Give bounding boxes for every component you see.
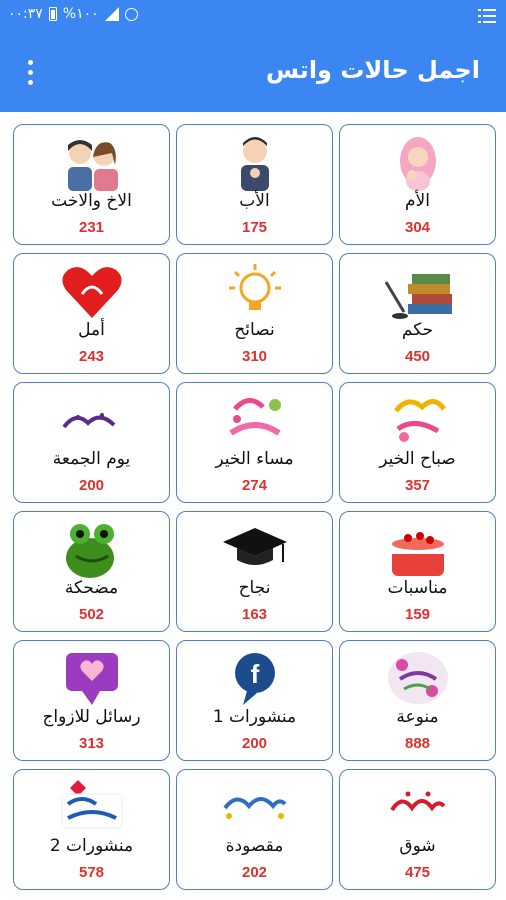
category-card[interactable]: منوعة 888 <box>339 640 496 761</box>
category-card[interactable]: نجاح 163 <box>176 511 333 632</box>
category-label: منوعة <box>396 707 439 727</box>
facebook-icon: f <box>215 647 295 709</box>
status-left: ٠٠:٣٧ %١٠٠ <box>8 6 138 22</box>
frog-icon <box>52 518 132 580</box>
category-card[interactable]: الاخ والاخت 231 <box>13 124 170 245</box>
lightbulb-icon <box>215 260 295 322</box>
father-icon <box>215 131 295 193</box>
category-count: 159 <box>404 606 431 623</box>
overflow-menu-icon[interactable] <box>20 60 40 88</box>
category-label: حكم <box>401 320 434 340</box>
category-count: 357 <box>404 477 431 494</box>
friday-icon <box>52 389 132 451</box>
category-card[interactable]: مناسبات 159 <box>339 511 496 632</box>
category-count: 274 <box>241 477 268 494</box>
category-label: أمل <box>78 320 105 340</box>
status-time: ٠٠:٣٧ <box>8 6 43 22</box>
category-label: الاخ والاخت <box>51 191 132 211</box>
category-count: 450 <box>404 348 431 365</box>
svg-text:f: f <box>250 659 259 689</box>
posts-icon <box>52 776 132 838</box>
signal-icon <box>104 7 119 21</box>
category-label: نجاح <box>238 578 271 598</box>
category-label: مقصودة <box>225 836 284 856</box>
category-label: يوم الجمعة <box>52 449 131 469</box>
category-card[interactable]: الأم 304 <box>339 124 496 245</box>
various-icon <box>378 647 458 709</box>
category-label: الأب <box>239 191 270 211</box>
category-count: 304 <box>404 219 431 236</box>
category-label: صباح الخير <box>379 449 456 469</box>
category-label: منشورات 2 <box>49 836 134 856</box>
category-count: 202 <box>241 864 268 881</box>
category-card[interactable]: مقصودة 202 <box>176 769 333 890</box>
category-card[interactable]: نصائح 310 <box>176 253 333 374</box>
books-quill-icon <box>378 260 458 322</box>
app-title: اجمل حالات واتس <box>265 56 480 84</box>
category-card[interactable]: مضحكة 502 <box>13 511 170 632</box>
category-card[interactable]: يوم الجمعة 200 <box>13 382 170 503</box>
category-count: 475 <box>404 864 431 881</box>
category-label: مناسبات <box>387 578 448 598</box>
category-card[interactable]: منشورات 2 578 <box>13 769 170 890</box>
category-card[interactable]: أمل 243 <box>13 253 170 374</box>
message-heart-icon <box>52 647 132 709</box>
category-count: 310 <box>241 348 268 365</box>
cake-icon <box>378 518 458 580</box>
good-morning-icon <box>378 389 458 451</box>
category-card[interactable]: f منشورات 1 200 <box>176 640 333 761</box>
category-label: مضحكة <box>64 578 119 598</box>
category-count: 231 <box>78 219 105 236</box>
category-card[interactable]: صباح الخير 357 <box>339 382 496 503</box>
good-evening-icon <box>215 389 295 451</box>
siblings-icon <box>52 131 132 193</box>
category-count: 243 <box>78 348 105 365</box>
category-card[interactable]: مساء الخير 274 <box>176 382 333 503</box>
category-grid: الأم 304 الأب 175 الاخ والاخت 231 حكم 450 نصائح 3… <box>12 124 496 890</box>
mother-icon <box>378 131 458 193</box>
category-count: 175 <box>241 219 268 236</box>
heart-icon <box>52 260 132 322</box>
category-count: 502 <box>78 606 105 623</box>
battery-icon <box>48 7 57 21</box>
category-label: مساء الخير <box>215 449 294 469</box>
graduation-cap-icon <box>215 518 295 580</box>
category-count: 200 <box>241 735 268 752</box>
category-card[interactable]: الأب 175 <box>176 124 333 245</box>
category-count: 200 <box>78 477 105 494</box>
category-label: الأم <box>405 191 430 211</box>
alarm-icon <box>124 7 138 21</box>
notification-icon <box>478 8 496 27</box>
category-label: نصائح <box>234 320 275 340</box>
category-count: 313 <box>78 735 105 752</box>
category-label: شوق <box>399 836 436 856</box>
battery-level: %١٠٠ <box>62 6 99 22</box>
category-count: 578 <box>78 864 105 881</box>
status-bar: ٠٠:٣٧ %١٠٠ <box>0 0 506 30</box>
category-count: 163 <box>241 606 268 623</box>
category-count: 888 <box>404 735 431 752</box>
category-label: منشورات 1 <box>212 707 297 727</box>
app-bar: اجمل حالات واتس <box>0 30 506 112</box>
category-card[interactable]: شوق 475 <box>339 769 496 890</box>
intended-text-icon <box>215 776 295 838</box>
category-label: رسائل للازواج <box>42 707 141 727</box>
category-card[interactable]: رسائل للازواج 313 <box>13 640 170 761</box>
category-card[interactable]: حكم 450 <box>339 253 496 374</box>
longing-text-icon <box>378 776 458 838</box>
